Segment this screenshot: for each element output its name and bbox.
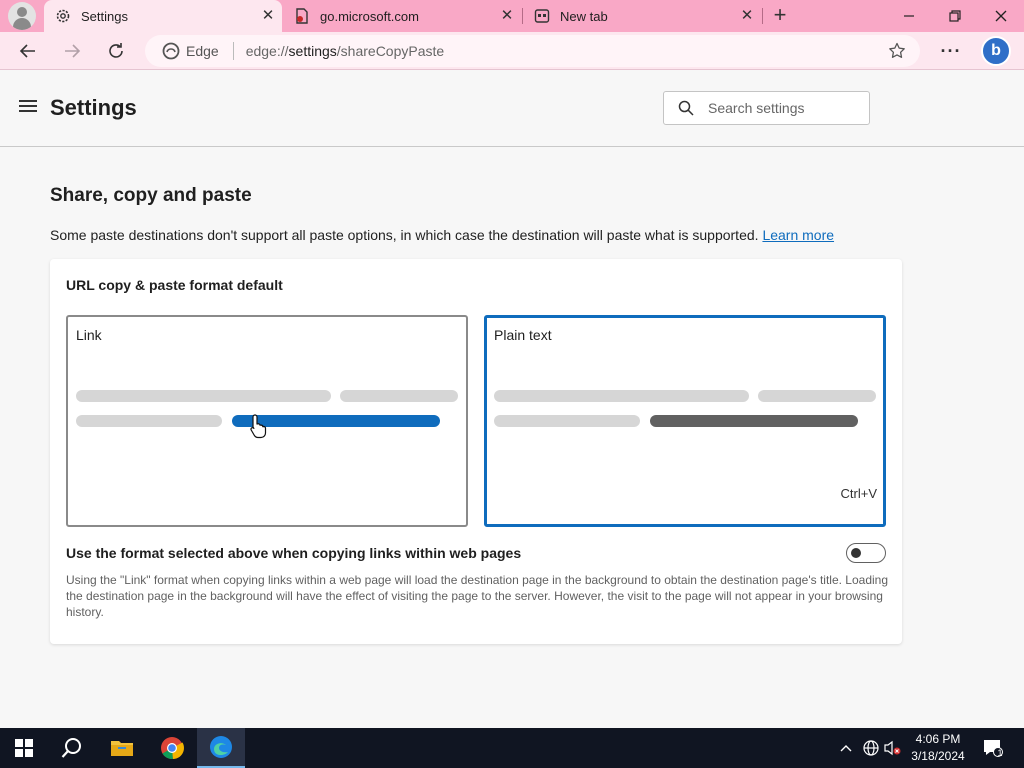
tab-title: New tab [560, 8, 608, 24]
browser-label: Edge [186, 43, 219, 59]
shortcut-label: Ctrl+V [840, 486, 877, 501]
section-description-text: Some paste destinations don't support al… [50, 227, 759, 243]
back-button[interactable] [13, 36, 43, 66]
section-description: Some paste destinations don't support al… [50, 227, 834, 243]
clock-date: 3/18/2024 [911, 749, 965, 763]
hamburger-menu-icon[interactable] [19, 100, 37, 114]
search-settings-box[interactable] [663, 91, 870, 125]
network-globe-icon[interactable] [860, 728, 882, 768]
toggle-label: Use the format selected above when copyi… [66, 545, 522, 561]
system-clock[interactable]: 4:06 PM 3/18/2024 [896, 731, 980, 765]
profile-avatar-icon[interactable] [8, 2, 36, 30]
plain-text-bar [650, 415, 858, 427]
tab-go-microsoft[interactable]: go.microsoft.com ✕ [283, 0, 521, 32]
toggle-description: Using the "Link" format when copying lin… [66, 573, 889, 619]
hand-cursor-icon [249, 413, 269, 439]
placeholder-bar [758, 390, 876, 402]
search-icon [678, 100, 694, 116]
close-window-button[interactable] [978, 0, 1024, 32]
minimize-button[interactable] [886, 0, 932, 32]
tab-title: Settings [81, 8, 128, 24]
tab-new-tab[interactable]: New tab ✕ [523, 0, 761, 32]
forward-button[interactable] [57, 36, 87, 66]
placeholder-bar [76, 415, 222, 427]
settings-header: Settings [0, 71, 1024, 147]
tab-title: go.microsoft.com [320, 8, 419, 24]
chrome-icon[interactable] [148, 728, 196, 768]
format-toggle-switch[interactable] [846, 543, 886, 563]
url-format-card: URL copy & paste format default Link Pla… [50, 259, 902, 644]
placeholder-bar [76, 390, 331, 402]
address-separator [232, 42, 234, 60]
start-windows-icon[interactable] [0, 728, 48, 768]
restore-button[interactable] [932, 0, 978, 32]
placeholder-bar [494, 390, 749, 402]
option-link-label: Link [76, 327, 102, 343]
browser-toolbar: Edge edge://settings/shareCopyPaste [0, 32, 1024, 70]
notification-count: 1 [997, 748, 1003, 758]
url-host: settings [288, 43, 337, 59]
clock-time: 4:06 PM [915, 732, 961, 746]
edge-logo-icon [162, 42, 180, 60]
option-plain-text-label: Plain text [494, 327, 552, 343]
learn-more-link[interactable]: Learn more [762, 227, 834, 243]
url-path: /shareCopyPaste [336, 43, 445, 59]
favorite-star-icon[interactable] [888, 42, 906, 60]
address-bar[interactable]: Edge edge://settings/shareCopyPaste [145, 35, 920, 67]
placeholder-bar [494, 415, 640, 427]
card-title: URL copy & paste format default [66, 277, 283, 293]
file-explorer-icon[interactable] [98, 728, 146, 768]
copilot-bing-icon[interactable]: b [981, 36, 1011, 66]
tray-overflow-chevron-icon[interactable] [836, 728, 856, 768]
more-options-icon[interactable]: ··· [937, 36, 965, 66]
page-title: Settings [50, 95, 137, 120]
toggle-knob [851, 548, 861, 558]
placeholder-bar [340, 390, 458, 402]
tab-separator [762, 8, 763, 24]
section-title: Share, copy and paste [50, 185, 252, 206]
refresh-button[interactable] [101, 36, 131, 66]
option-plain-text[interactable]: Plain text Ctrl+V [484, 315, 886, 527]
pdf-doc-icon [294, 8, 310, 24]
taskbar: 4:06 PM 3/18/2024 1 [0, 728, 1024, 768]
url-scheme: edge:// [245, 43, 289, 59]
close-tab-icon[interactable]: ✕ [499, 8, 515, 24]
tab-settings[interactable]: Settings ✕ [44, 0, 282, 32]
title-bar: Settings ✕ go.microsoft.com ✕ New tab ✕ … [0, 0, 1024, 32]
close-tab-icon[interactable]: ✕ [739, 8, 755, 24]
gear-icon [55, 8, 71, 24]
search-settings-input[interactable] [708, 100, 858, 116]
new-tab-button[interactable]: + [768, 4, 792, 28]
newtab-icon [534, 8, 550, 24]
close-tab-icon[interactable]: ✕ [260, 8, 276, 24]
edge-taskbar-icon[interactable] [197, 728, 245, 768]
search-taskbar-icon[interactable] [48, 728, 96, 768]
